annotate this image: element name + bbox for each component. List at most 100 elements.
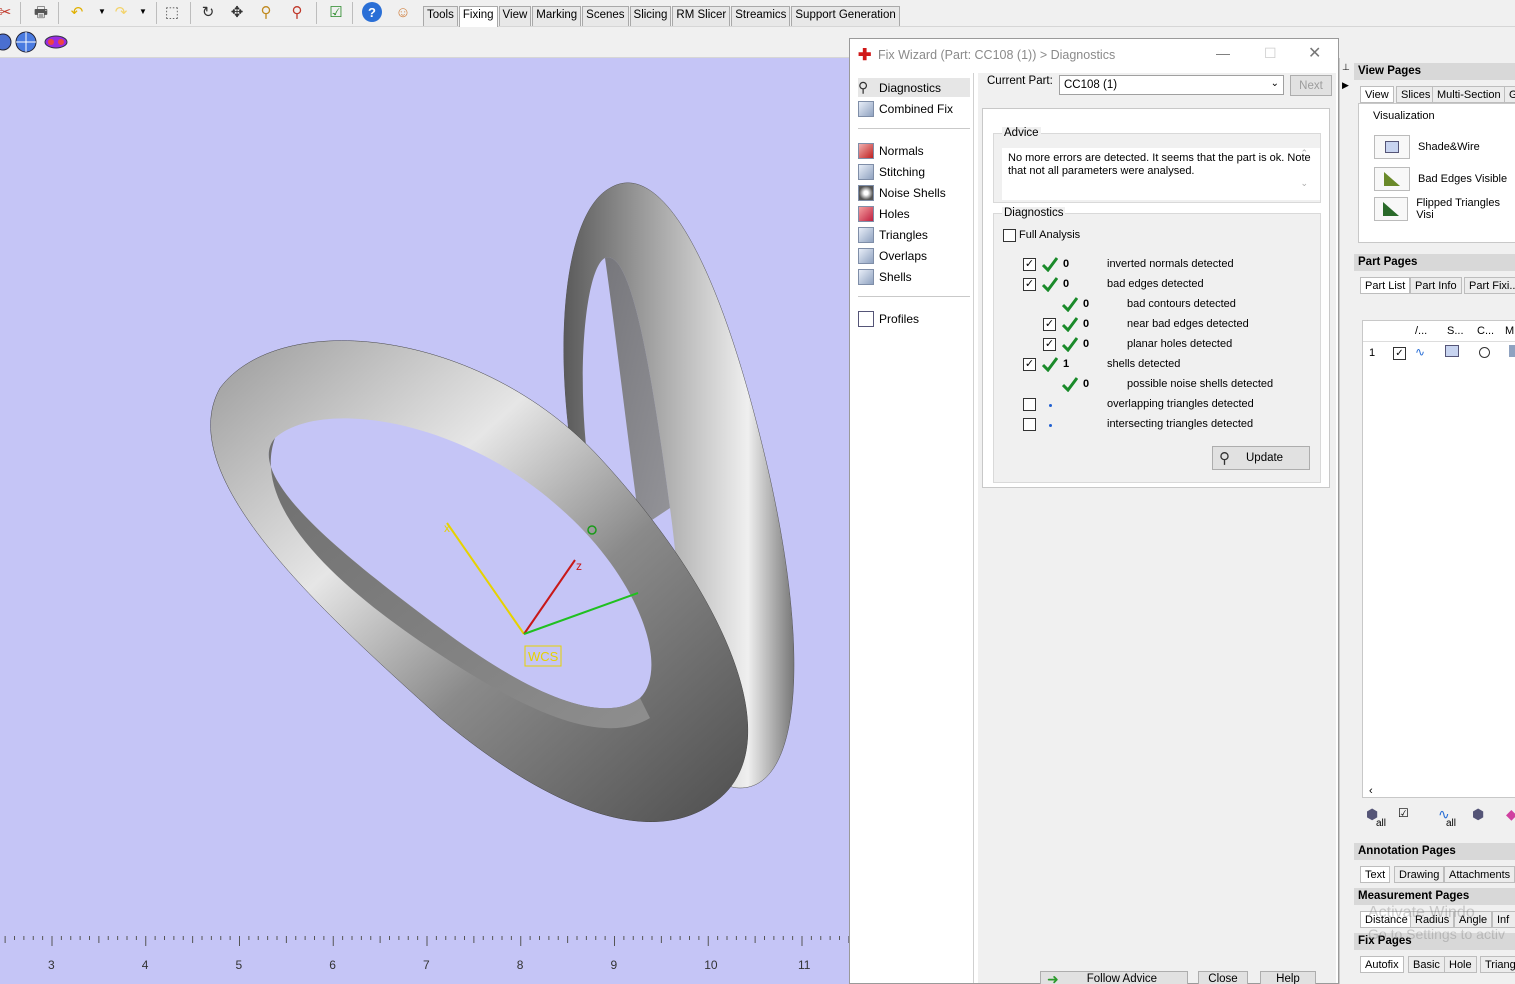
check-mark (1042, 277, 1058, 292)
nav-noise-shells[interactable]: Noise Shells (858, 183, 970, 202)
tab-g[interactable]: G (1504, 86, 1515, 103)
redo-icon[interactable]: ↷ (110, 1, 132, 23)
scroll-down-icon[interactable]: ⌄ (1300, 178, 1308, 189)
redo-dropdown-icon[interactable]: ▼ (132, 1, 154, 23)
tab-rm-slicer[interactable]: RM Slicer (672, 6, 731, 26)
row-index: 1 (1369, 347, 1376, 359)
nav-triangles[interactable]: Triangles (858, 225, 970, 244)
nav-overlaps[interactable]: Overlaps (858, 246, 970, 265)
material-all-icon[interactable]: ◆ (1506, 806, 1515, 823)
tab-streamics[interactable]: Streamics (731, 6, 791, 26)
diagnostic-checkbox[interactable]: ✓ (1023, 358, 1036, 371)
update-button[interactable]: ⚲ Update (1212, 446, 1310, 470)
view-pages-header[interactable]: View Pages (1354, 63, 1515, 80)
tab-part-info[interactable]: Part Info (1410, 277, 1462, 294)
all-label: all (1446, 818, 1457, 829)
tab-multi-section[interactable]: Multi-Section (1432, 86, 1506, 103)
check-all-icon[interactable]: ☑ (1398, 806, 1409, 820)
help-icon[interactable]: ? (362, 2, 382, 22)
dialog-titlebar: ✚ Fix Wizard (Part: CC108 (1)) > Diagnos… (850, 39, 1338, 70)
shade-icon[interactable] (1445, 345, 1459, 357)
cut-icon[interactable]: ✂ (0, 1, 16, 23)
diagnostic-checkbox[interactable] (1023, 398, 1036, 411)
visible-checkbox[interactable]: ✓ (1393, 347, 1406, 360)
zoom-icon[interactable]: ⚲ (255, 1, 277, 23)
flipped-triangles-item[interactable]: Flipped Triangles Visi (1374, 197, 1515, 221)
minimize-button[interactable]: — (1216, 45, 1230, 61)
close-button[interactable]: Close (1198, 971, 1248, 984)
update-label: Update (1246, 452, 1284, 464)
current-part-select[interactable]: CC108 (1) ⌄ (1059, 75, 1284, 95)
diagnostic-checkbox[interactable]: ✓ (1023, 258, 1036, 271)
full-analysis-checkbox[interactable] (1003, 229, 1016, 242)
tab-scenes[interactable]: Scenes (582, 6, 629, 26)
tab-hole[interactable]: Hole (1444, 956, 1477, 973)
column-header[interactable]: M... (1505, 325, 1515, 337)
scroll-up-icon[interactable]: ⌃ (1300, 148, 1308, 159)
follow-advice-button[interactable]: ➜ Follow Advice (1040, 971, 1188, 984)
tab-text[interactable]: Text (1360, 866, 1391, 883)
diagnostic-checkbox[interactable] (1023, 418, 1036, 431)
diagnostic-label: possible noise shells detected (1127, 378, 1274, 390)
tab-slices[interactable]: Slices (1396, 86, 1436, 103)
nav-holes[interactable]: Holes (858, 204, 970, 223)
tab-triangle[interactable]: Triangle (1480, 956, 1515, 973)
assistant-icon[interactable]: ☺ (392, 1, 414, 23)
shade-all-icon[interactable]: ⬢ (1472, 806, 1484, 823)
nav-profiles[interactable]: Profiles (858, 309, 970, 328)
pan-icon[interactable]: ✥ (226, 1, 248, 23)
print-icon[interactable]: 🖶 (30, 1, 52, 23)
shade-wire-item[interactable]: Shade&Wire (1374, 135, 1480, 159)
diagnostic-checkbox[interactable]: ✓ (1043, 318, 1056, 331)
color-circle-icon[interactable] (1479, 347, 1490, 358)
advice-group: Advice No more errors are detected. It s… (993, 127, 1321, 203)
tab-support-generation[interactable]: Support Generation (791, 6, 900, 26)
expand-arrow-icon[interactable]: ▶ (1342, 80, 1349, 91)
close-window-button[interactable]: ✕ (1308, 43, 1321, 63)
column-header[interactable]: /... (1415, 325, 1427, 337)
tab-marking[interactable]: Marking (532, 6, 582, 26)
annotation-pages-header[interactable]: Annotation Pages (1354, 843, 1515, 860)
help-button[interactable]: Help (1260, 971, 1316, 984)
undo-icon[interactable]: ↶ (66, 1, 88, 23)
tab-attachments[interactable]: Attachments (1444, 866, 1515, 883)
x-axis-label: x (444, 521, 450, 535)
pin-icon[interactable]: ⊥ (1342, 62, 1350, 73)
tab-view[interactable]: View (498, 6, 532, 26)
part-pages-header[interactable]: Part Pages (1354, 254, 1515, 271)
select-icon[interactable]: ⬚ (161, 1, 183, 23)
tab-view[interactable]: View (1360, 86, 1394, 103)
diagnostic-checkbox[interactable]: ✓ (1043, 338, 1056, 351)
column-header[interactable]: C... (1477, 325, 1494, 337)
material-icon[interactable] (1509, 345, 1515, 357)
rotate-icon[interactable]: ↻ (197, 1, 219, 23)
nav-shells[interactable]: Shells (858, 267, 970, 286)
tab-fixing[interactable]: Fixing (458, 6, 498, 27)
nav-normals[interactable]: Normals (858, 141, 970, 160)
tab-slicing[interactable]: Slicing (629, 6, 672, 26)
tab-part-fixing[interactable]: Part Fixi... (1464, 277, 1515, 294)
tab-tools[interactable]: Tools (423, 6, 458, 26)
diagnostic-checkbox[interactable]: ✓ (1023, 278, 1036, 291)
tab-drawing[interactable]: Drawing (1394, 866, 1445, 883)
next-button[interactable]: Next (1290, 75, 1332, 96)
column-header[interactable]: S... (1447, 325, 1464, 337)
maximize-button[interactable]: ☐ (1264, 45, 1277, 62)
nav-combined-fix[interactable]: Combined Fix (858, 99, 970, 118)
tab-part-list[interactable]: Part List (1360, 277, 1411, 294)
zoom-out-icon[interactable]: ⚲ (286, 1, 308, 23)
bad-edges-visible-item[interactable]: Bad Edges Visible (1374, 167, 1507, 191)
nav-label: Diagnostics (879, 80, 942, 95)
measurement-pages-header[interactable]: Measurement Pages (1354, 888, 1515, 905)
tab-basic[interactable]: Basic (1408, 956, 1445, 973)
profiles-icon (858, 310, 874, 327)
nav-diagnostics[interactable]: ⚲ Diagnostics (858, 78, 970, 97)
diagnostic-label: overlapping triangles detected (1107, 398, 1254, 410)
3d-viewport[interactable]: x z WCS 3 4 5 6 7 8 9 10 11 (0, 58, 850, 984)
nav-stitching[interactable]: Stitching (858, 162, 970, 181)
wave-icon[interactable]: ∿ (1415, 345, 1425, 359)
checklist-icon[interactable]: ☑ (325, 1, 347, 23)
scroll-left-icon[interactable]: ‹ (1369, 785, 1373, 797)
tab-autofix[interactable]: Autofix (1360, 956, 1404, 973)
view-toolbar-icons (0, 31, 68, 53)
